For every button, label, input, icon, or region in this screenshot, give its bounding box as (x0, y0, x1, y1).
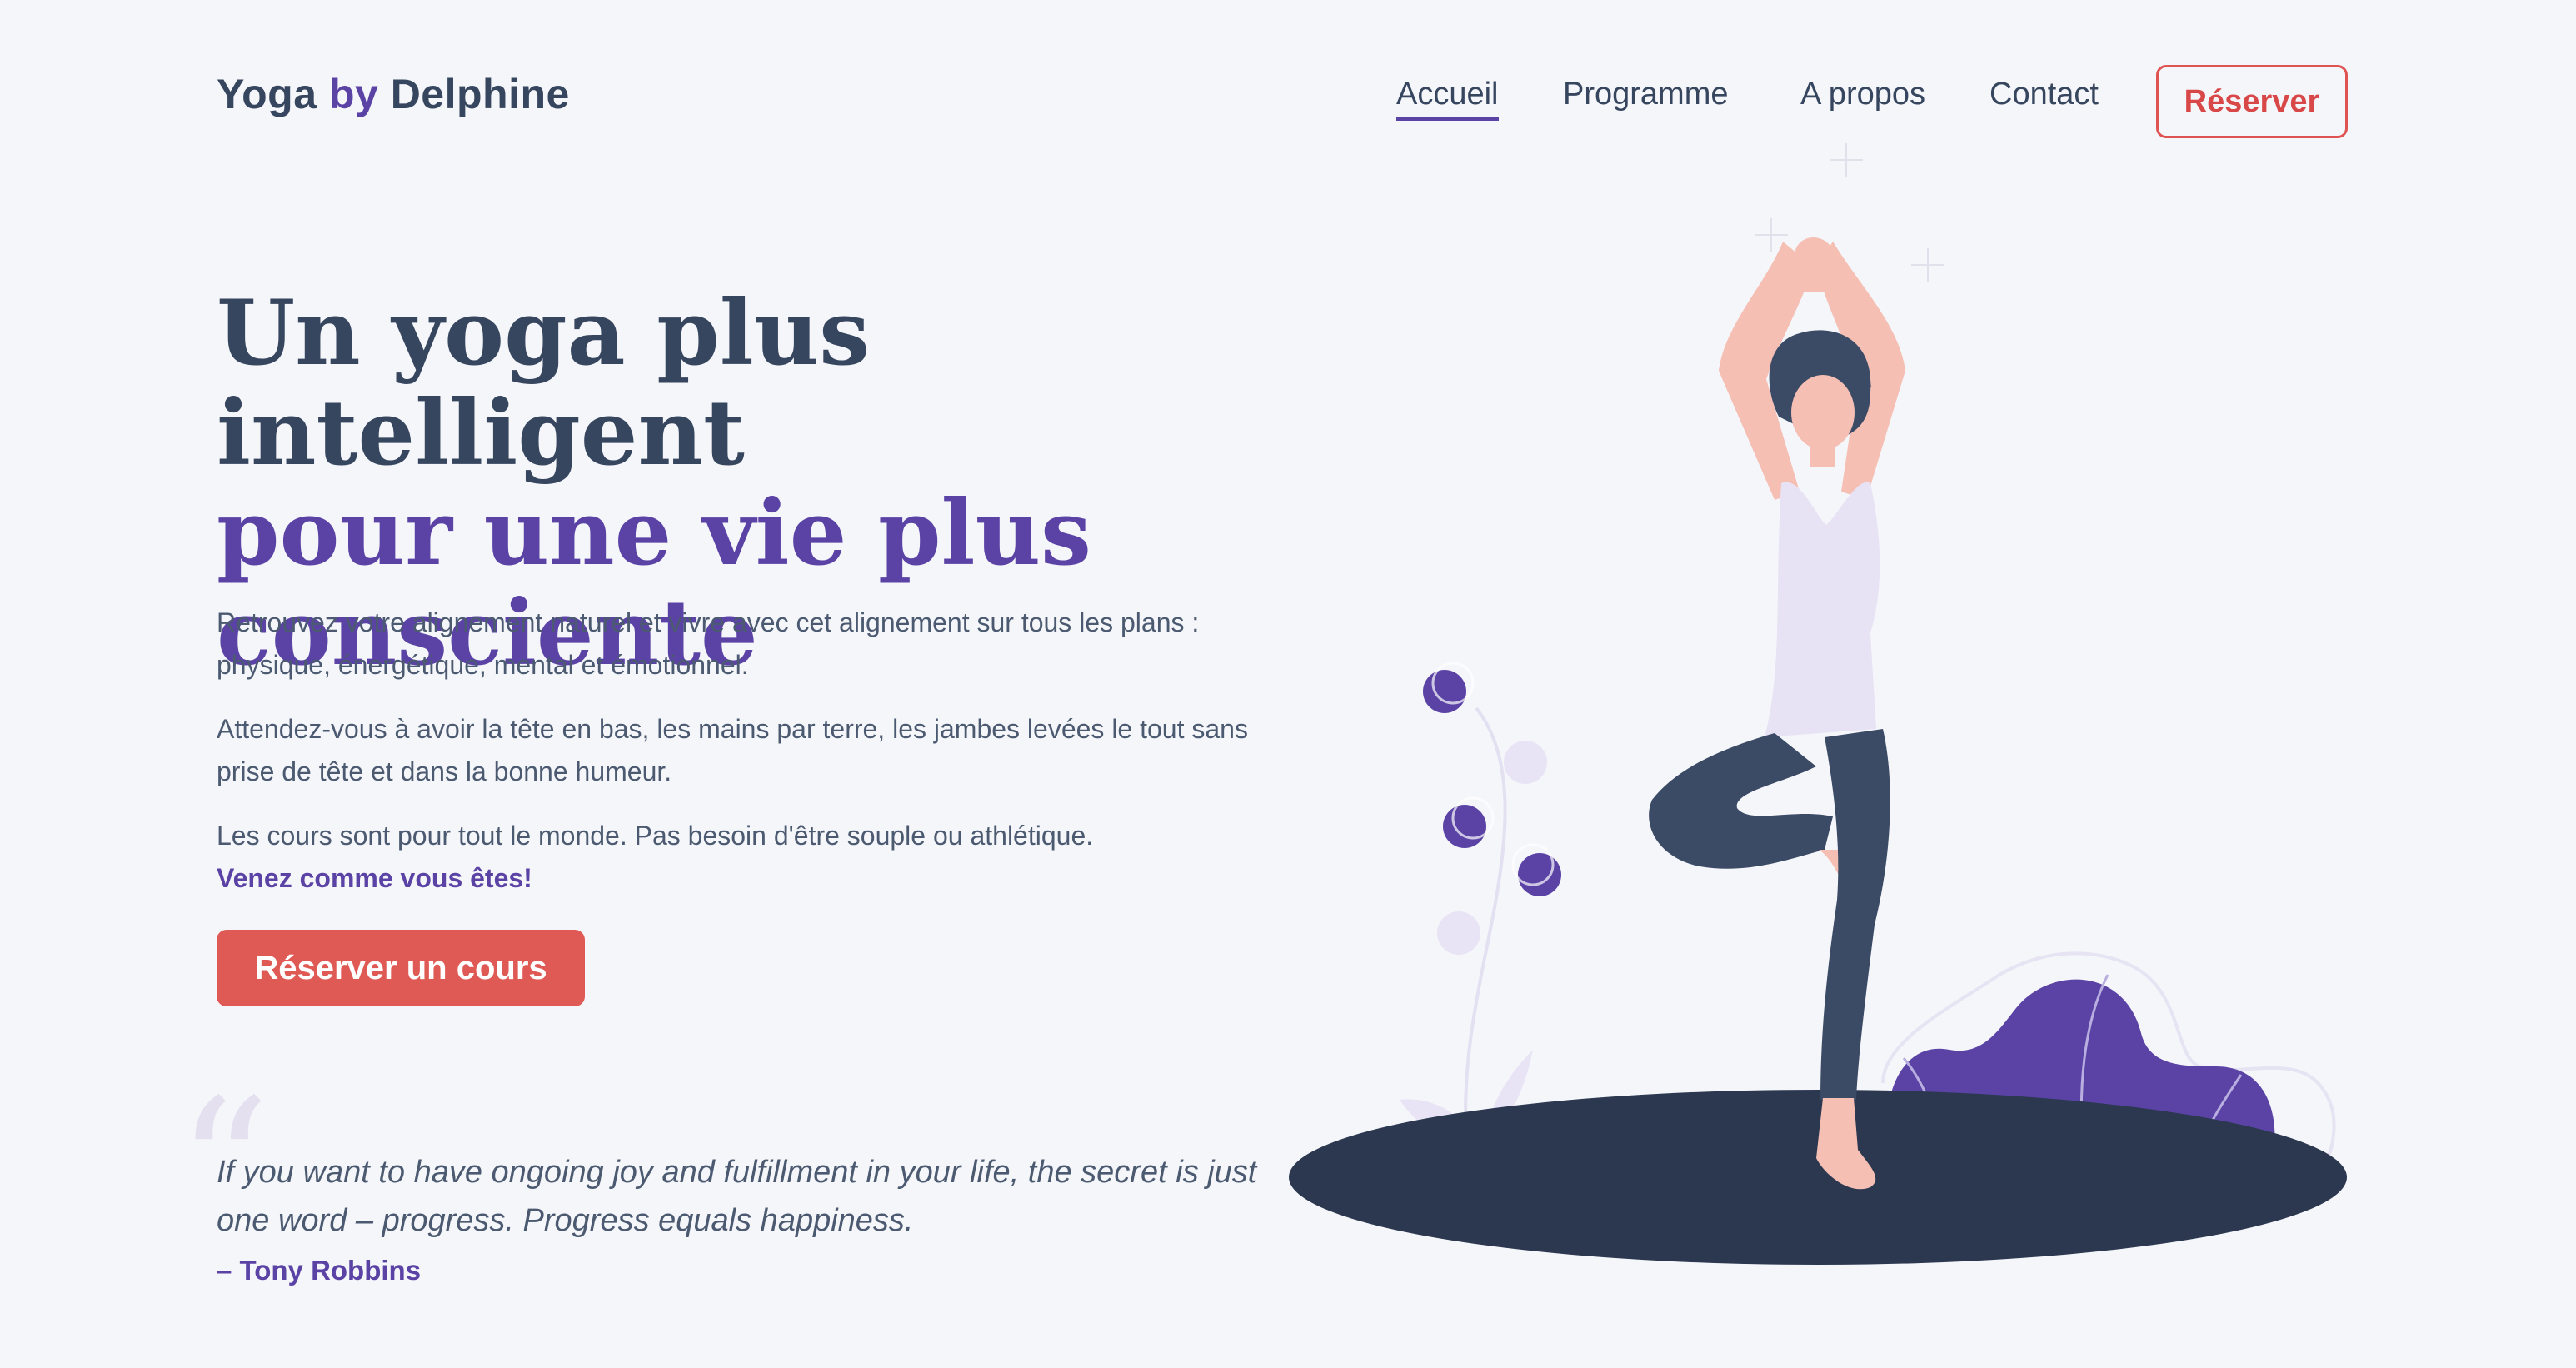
nav-a-propos[interactable]: A propos (1800, 77, 1925, 117)
headline-line2: pour une vie plus (217, 481, 1091, 586)
quote-author: – Tony Robbins (217, 1255, 422, 1286)
berry-purple (1423, 662, 1475, 713)
berry-purple (1443, 796, 1495, 848)
headline-line1: Un yoga plus intelligent (217, 281, 871, 486)
berry-light (1437, 911, 1480, 955)
berry-purple (1511, 843, 1561, 896)
hero-paragraph-3-text: Les cours sont pour tout le monde. Pas b… (217, 821, 1094, 851)
face (1791, 375, 1855, 450)
hero-paragraph-2: Attendez-vous à avoir la tête en bas, le… (217, 714, 1248, 786)
standing-leg (1820, 729, 1890, 1100)
tank-top (1765, 482, 1880, 737)
quote-text: If you want to have ongoing joy and fulf… (217, 1155, 1257, 1238)
bent-leg (1649, 733, 1833, 869)
nav-contact[interactable]: Contact (1989, 77, 2099, 117)
landing-page: Yoga by Delphine Accueil Programme A pro… (0, 0, 2576, 1368)
berry-light (1504, 741, 1547, 784)
book-class-button[interactable]: Réserver un cours (217, 930, 585, 1006)
nav-accueil[interactable]: Accueil (1396, 77, 1499, 121)
yoga-mat (1289, 1090, 2347, 1265)
hero-paragraph-3: Les cours sont pour tout le monde. Pas b… (217, 815, 1266, 900)
hero-paragraph-1: Retrouvez votre alignement naturel et vi… (217, 607, 1200, 680)
hero-paragraph-3-highlight: Venez comme vous êtes! (217, 863, 532, 893)
nav-programme[interactable]: Programme (1563, 77, 1729, 117)
yoga-tree-pose-illustration (1289, 143, 2347, 1265)
